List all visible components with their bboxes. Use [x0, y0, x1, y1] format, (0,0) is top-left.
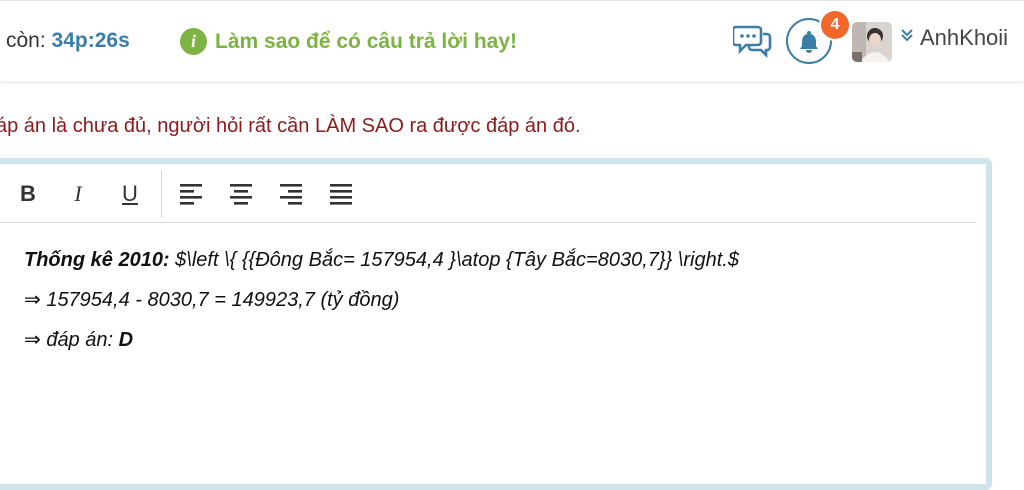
chat-bubbles-icon[interactable] — [731, 23, 773, 59]
align-right-icon[interactable] — [280, 181, 304, 207]
notification-count-badge: 4 — [821, 11, 849, 39]
double-chevron-down-icon[interactable] — [900, 27, 914, 43]
editor-content[interactable]: Thống kê 2010: $\left \{ {{Đông Bắc= 157… — [24, 246, 739, 366]
tip-text: Làm sao để có câu trả lời hay! — [215, 29, 518, 53]
timer-value: 34p:26s — [51, 29, 130, 52]
answer-line-1: Thống kê 2010: $\left \{ {{Đông Bắc= 157… — [24, 246, 739, 286]
top-bar: còn: 34p:26s i Làm sao để có câu trả lời… — [0, 0, 1024, 81]
answer-prefix: ⇒ đáp án: — [24, 329, 119, 351]
editor-toolbar: B I U — [0, 164, 976, 223]
avatar[interactable] — [852, 22, 892, 62]
answer-editor[interactable]: B I U Thống kê 2010: $\left \{{{Đông Bắ… — [0, 158, 992, 490]
answer-line-3: ⇒ đáp án: D — [24, 326, 739, 366]
latex-expression: $\left \{ {{Đông Bắc= 157954,4 }\atop {T… — [169, 249, 739, 271]
username[interactable]: AnhKhoii — [920, 25, 1008, 51]
align-justify-icon[interactable] — [330, 181, 354, 207]
countdown-timer: còn: 34p:26s — [6, 29, 130, 53]
info-icon: i — [180, 28, 207, 55]
bold-button[interactable]: B — [16, 181, 40, 207]
toolbar-divider — [161, 170, 162, 218]
italic-button[interactable]: I — [66, 181, 90, 207]
answer-line-2: ⇒ 157954,4 - 8030,7 = 149923,7 (tỷ đồng) — [24, 289, 400, 311]
align-left-icon[interactable] — [180, 181, 204, 207]
bell-icon — [800, 31, 818, 53]
answer-tip-link[interactable]: i Làm sao để có câu trả lời hay! — [180, 28, 517, 55]
instruction-note: áp án là chưa đủ, người hỏi rất cần LÀM … — [0, 115, 581, 137]
answer-choice: D — [118, 329, 134, 351]
stats-heading: Thống kê 2010: — [24, 249, 170, 271]
timer-label: còn: — [6, 29, 46, 52]
align-center-icon[interactable] — [230, 181, 254, 207]
underline-button[interactable]: U — [118, 181, 142, 207]
